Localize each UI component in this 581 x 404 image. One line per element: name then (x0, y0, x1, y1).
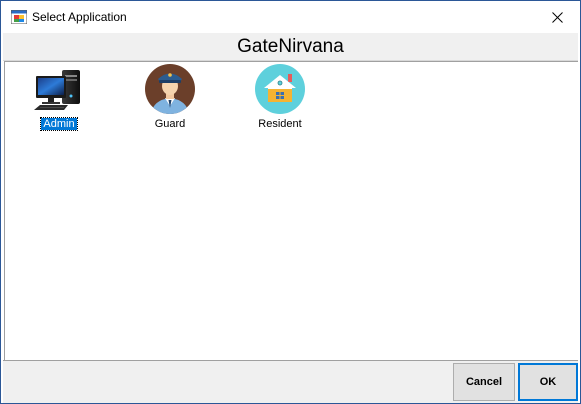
banner-title: GateNirvana (237, 36, 344, 57)
title-bar: Select Application (1, 1, 580, 33)
dialog-footer: Cancel OK (3, 360, 578, 403)
window-title: Select Application (32, 10, 127, 24)
guard-avatar-icon (145, 64, 195, 114)
ok-button[interactable]: OK (518, 363, 578, 401)
application-list[interactable]: Admin Guard Resident (4, 61, 578, 360)
application-window-icon (11, 10, 27, 24)
close-icon (551, 11, 563, 23)
house-icon (255, 64, 305, 114)
app-item-label: Guard (154, 118, 186, 130)
computer-icon (34, 70, 80, 110)
app-banner: GateNirvana (3, 33, 578, 61)
app-item-resident[interactable]: Resident (240, 62, 320, 132)
app-item-guard[interactable]: Guard (130, 62, 210, 132)
app-item-label: Resident (258, 118, 302, 130)
app-item-label: Admin (40, 117, 78, 131)
close-button[interactable] (534, 1, 580, 33)
cancel-button[interactable]: Cancel (453, 363, 515, 401)
app-item-admin[interactable]: Admin (19, 62, 99, 132)
select-application-dialog: Select Application GateNirvana Admin Gua… (0, 0, 581, 404)
